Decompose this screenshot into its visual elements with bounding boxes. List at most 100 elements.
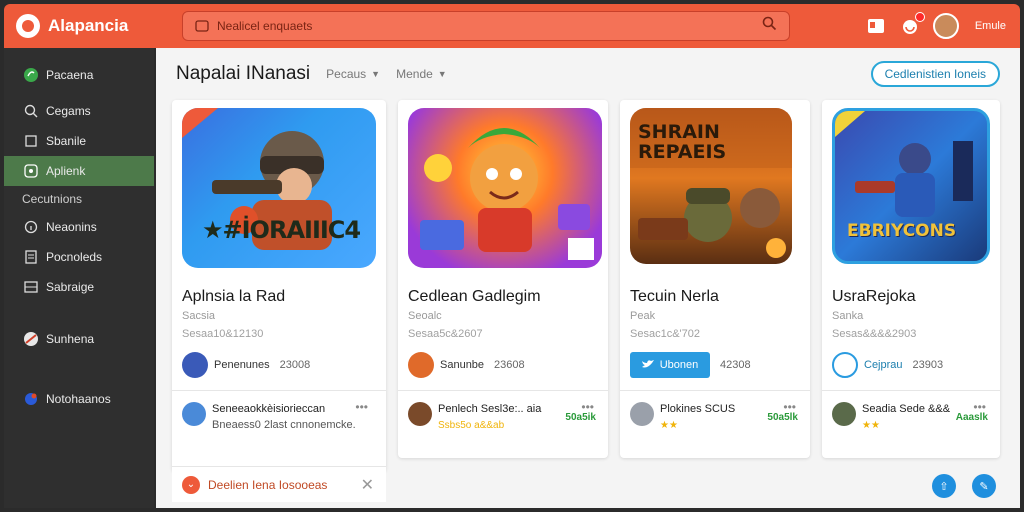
storage-icon	[22, 278, 40, 296]
app-card[interactable]: SHRAIN REPAEIS Tecuin Nerla Peak Sesac1c…	[620, 100, 810, 458]
price-tag: 50a5lk	[767, 412, 798, 423]
sidebar-item-neaonins[interactable]: Neaonins	[4, 212, 154, 242]
sidebar-item-label: Notohaanos	[46, 392, 111, 406]
developer-row[interactable]: Ubonen 42308	[630, 352, 751, 378]
edit-button[interactable]: ✎	[972, 474, 996, 498]
share-button[interactable]: ⇧	[932, 474, 956, 498]
sidebar-item-label: Sabraige	[46, 280, 95, 294]
chevron-down-icon: ▼	[437, 69, 447, 79]
download-count: 23608	[494, 359, 525, 371]
developer-name: Sanunbe	[440, 359, 485, 371]
app-name[interactable]: UsraRejoka	[832, 288, 916, 306]
review-rating: ★★	[862, 420, 880, 431]
page-header: Napalai INanasi Pecaus ▼ Mende ▼ Cedleni…	[156, 48, 1020, 100]
artwork-title: SHRAIN REPAEIS	[638, 121, 727, 163]
close-icon[interactable]: ✕	[361, 475, 374, 495]
sidebar-item-pacaena[interactable]: Pacaena	[4, 60, 154, 90]
sidebar-item-label: Neaonins	[46, 220, 97, 234]
sidebar: Pacaena Cegams Sbanile Aplienk Cecutnion…	[4, 48, 154, 508]
page-title: Napalai INanasi	[176, 63, 311, 84]
reviewer-avatar	[832, 402, 856, 426]
sidebar-item-sunhena[interactable]: Sunhena	[4, 324, 154, 354]
app-name[interactable]: Cedlean Gadlegim	[408, 288, 541, 306]
app-meta: Sesaa5c&2607	[408, 328, 483, 340]
app-card[interactable]: EBRIYCONS UsraRejoka Sanka Sesas&&&&2903…	[822, 100, 1000, 458]
developer-row[interactable]: Sanunbe 23608	[408, 352, 525, 378]
app-artwork[interactable]: SHRAIN REPAEIS	[630, 108, 792, 264]
search-icon[interactable]	[762, 16, 777, 36]
avatar[interactable]	[932, 13, 959, 39]
developer-avatar	[182, 352, 208, 378]
sidebar-section-label: Cecutnions	[22, 192, 83, 206]
header-actions: Emule	[865, 12, 1006, 39]
top-bar: Alapancia Emule	[4, 4, 1020, 48]
developer-row[interactable]: Cejprau 23903	[832, 352, 943, 378]
review-text: Penlech Sesl3e:.. aia	[438, 403, 542, 415]
app-card-grid: ★#İORAIIIC4 Aplnsia la Rad Sacsia Sesaa1…	[172, 100, 1002, 510]
app-card[interactable]: Cedlean Gadlegim Seoalc Sesaa5c&2607 San…	[398, 100, 608, 458]
app-logo[interactable]: Alapancia	[16, 14, 176, 38]
developer-name: Cejprau	[864, 359, 903, 371]
reviewer-avatar	[408, 402, 432, 426]
app-logo-icon	[16, 14, 40, 38]
follow-developer-button[interactable]: Ubonen	[630, 352, 710, 378]
download-count: 42308	[720, 359, 751, 371]
reviewer-avatar	[630, 402, 654, 426]
app-category: Peak	[630, 310, 656, 322]
sidebar-item-pocnoleds[interactable]: Pocnoleds	[4, 242, 154, 272]
app-name[interactable]: Tecuin Nerla	[630, 288, 719, 306]
artwork-title: EBRIYCONS	[847, 221, 957, 241]
bottom-notice[interactable]: ⌄ Deelien Iena Iosooeas ✕	[172, 466, 386, 502]
info-icon	[22, 218, 40, 236]
sidebar-item-aplienk[interactable]: Aplienk	[4, 156, 154, 186]
download-count: 23903	[912, 359, 944, 371]
reviewer-avatar	[182, 402, 206, 426]
divider	[620, 390, 810, 391]
sidebar-item-label: Pocnoleds	[46, 250, 103, 264]
share-icon: ⇧	[939, 480, 949, 493]
divider	[822, 390, 1000, 391]
app-category: Sacsia	[182, 310, 216, 322]
more-options-icon[interactable]: •••	[355, 400, 368, 414]
notification-icon[interactable]	[899, 12, 925, 37]
search-bar	[182, 11, 790, 41]
app-artwork[interactable]: EBRIYCONS	[832, 108, 990, 264]
main-content: Napalai INanasi Pecaus ▼ Mende ▼ Cedleni…	[156, 48, 1020, 508]
app-card[interactable]: ★#İORAIIIC4 Aplnsia la Rad Sacsia Sesaa1…	[172, 100, 386, 502]
ball-icon	[22, 330, 40, 348]
app-name[interactable]: Aplnsia la Rad	[182, 288, 285, 306]
apps-icon	[22, 162, 40, 180]
app-name: Alapancia	[48, 16, 129, 35]
app-meta: Sesas&&&&2903	[832, 328, 917, 340]
leaf-icon	[22, 66, 40, 84]
app-artwork[interactable]: ★#İORAIIIC4	[182, 108, 376, 268]
divider	[172, 390, 386, 391]
filter-dropdown-mende[interactable]: Mende ▼	[396, 67, 447, 81]
sidebar-item-sabraige[interactable]: Sabraige	[4, 272, 154, 302]
username[interactable]: Emule	[975, 20, 1006, 32]
developer-row[interactable]: Penenunes 23008	[182, 352, 310, 378]
search-input[interactable]	[217, 19, 762, 33]
sidebar-item-label: Sunhena	[46, 332, 95, 346]
developer-avatar	[832, 352, 858, 378]
document-icon	[22, 248, 40, 266]
sidebar-item-label: Aplienk	[46, 164, 86, 178]
review-text: Seneeaokkèisiorieccan	[212, 403, 326, 415]
download-count: 23008	[279, 359, 311, 371]
app-meta: Sesaa10&12130	[182, 328, 264, 340]
sidebar-item-notohaanos[interactable]: Notohaanos	[4, 384, 154, 414]
app-artwork[interactable]	[408, 108, 602, 268]
review-rating: ★★	[660, 420, 678, 431]
price-tag: Aaaslk	[955, 412, 988, 423]
sidebar-item-cegams[interactable]: Cegams	[4, 96, 154, 126]
sidebar-item-sbanile[interactable]: Sbanile	[4, 126, 154, 156]
window-icon[interactable]	[865, 15, 887, 37]
artwork-title: ★#İORAIIIC4	[202, 216, 361, 244]
globe-icon	[22, 390, 40, 408]
review-text: Plokines SCUS	[660, 403, 736, 415]
sidebar-item-label: Pacaena	[46, 68, 94, 82]
filter-dropdown-pecaus[interactable]: Pecaus ▼	[326, 67, 380, 81]
chevron-down-icon: ▼	[371, 69, 381, 79]
primary-action-button[interactable]: Cedlenistien Ioneis	[870, 61, 1000, 87]
filter-label: Pecaus	[326, 67, 367, 81]
